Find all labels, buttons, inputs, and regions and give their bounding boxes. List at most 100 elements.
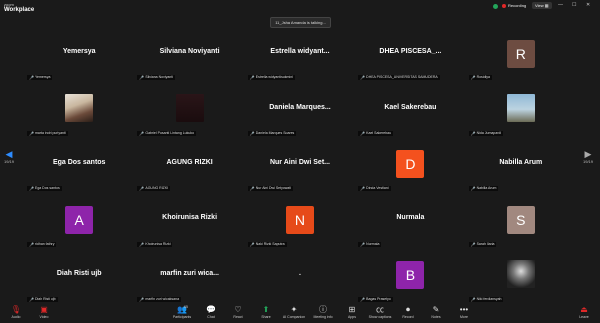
participant-tile[interactable]: Kael Sakerebau 🎤 Kael Sakerebau bbox=[356, 84, 465, 138]
maximize-icon[interactable]: ☐ bbox=[572, 2, 576, 9]
mic-muted-icon: 🎤 bbox=[360, 75, 366, 81]
participant-tile[interactable]: D 🎤 Dinda Vestiani bbox=[356, 139, 465, 194]
app-brand: zoom Workplace bbox=[4, 2, 34, 13]
participant-tile[interactable]: 🎤 Gabriel Pusanti Lintang Lukuko bbox=[135, 84, 244, 138]
participant-tile[interactable]: Khoirunisa Rizki 🎤 Khoirunisa Rizki bbox=[135, 195, 244, 249]
participant-tile[interactable]: Daniela Marques... 🎤 Daniela Marques Soare… bbox=[245, 84, 355, 138]
participant-name-label: 🎤 Ega Dos santos bbox=[27, 186, 62, 192]
participant-name-label: 🎤 Yemersya bbox=[27, 75, 53, 81]
participant-display-name: Nur Aini Dwi Set... bbox=[269, 159, 330, 167]
participant-label-text: Naki Rizki Saputra bbox=[255, 241, 285, 246]
participant-tile[interactable]: DHEA PISCESA_... 🎤 DHEA PISCESA_UNIVERSITA… bbox=[356, 29, 465, 83]
mic-muted-icon: 🎤 bbox=[29, 75, 34, 81]
participant-tile[interactable]: Nurmala 🎤 Nurmala bbox=[356, 195, 465, 249]
participant-tile[interactable]: Silviana Noviyanti 🎤 Silviana Noviyanti bbox=[135, 29, 244, 83]
participant-label-text: Nabilla Arum bbox=[476, 186, 497, 191]
participant-label-text: Ega Dos santos bbox=[34, 186, 60, 191]
mic-muted-icon: 🎤 bbox=[360, 186, 366, 192]
info-icon: ⓘ bbox=[319, 305, 327, 314]
mic-muted-icon: 🎤 bbox=[29, 130, 34, 136]
meeting-info-button[interactable]: ⓘ Meeting info bbox=[311, 305, 335, 320]
participant-tile[interactable]: 🎤 marta indri puriyanti bbox=[25, 84, 134, 138]
leave-button[interactable]: ⏏ Leave bbox=[572, 305, 596, 320]
share-button[interactable]: ⬆ Share bbox=[254, 305, 278, 320]
recording-indicator[interactable]: Recording bbox=[502, 3, 526, 8]
close-icon[interactable]: ✕ bbox=[586, 2, 590, 9]
participant-name-label: 🎤 marta indri puriyanti bbox=[27, 130, 68, 136]
participant-tile[interactable]: Yemersya 🎤 Yemersya bbox=[25, 29, 134, 83]
participant-gallery: Yemersya 🎤 Yemersya Silviana Noviyanti 🎤 Silv… bbox=[25, 29, 575, 304]
record-button[interactable]: ⏺ Record bbox=[396, 305, 420, 320]
participant-label-text: ridhan fathry bbox=[34, 241, 55, 246]
participant-label-text: Yemersya bbox=[34, 75, 51, 80]
share-icon: ⬆ bbox=[262, 305, 270, 314]
participant-name-label: 🎤 Bagas Prasetyo bbox=[358, 297, 393, 302]
minimize-icon[interactable]: — bbox=[558, 2, 563, 9]
participant-label-text: Estrella widyantisukmini bbox=[255, 75, 293, 80]
mic-muted-icon: 🎙 bbox=[10, 305, 22, 314]
video-button[interactable]: ▣ Video bbox=[32, 305, 56, 320]
participants-button[interactable]: 👥 65 Participants bbox=[170, 305, 194, 320]
page-indicator-left: 19/19 bbox=[4, 159, 15, 164]
participant-tile[interactable]: Nabilla Arum 🎤 Nabilla Arum bbox=[466, 139, 575, 194]
participant-tile[interactable]: Nur Aini Dwi Set... 🎤 Nur Aini Dwi Setyowa… bbox=[245, 139, 355, 194]
participant-tile[interactable]: Diah Risti ujb 🎤 Diah Risti ujb bbox=[25, 250, 134, 304]
chat-button[interactable]: 💬 Chat bbox=[199, 305, 223, 320]
top-bar: zoom Workplace Recording View ▦ — ☐ ✕ bbox=[0, 0, 600, 14]
security-shield-icon[interactable] bbox=[493, 4, 498, 9]
next-page-button[interactable]: ▶ 19/19 bbox=[583, 149, 593, 164]
record-label: Record bbox=[402, 315, 414, 319]
react-button[interactable]: ♡ React bbox=[226, 305, 250, 320]
mic-muted-icon: 🎤 bbox=[139, 241, 145, 247]
participant-video-feed bbox=[506, 93, 535, 122]
recording-dot-icon bbox=[502, 3, 506, 8]
view-button[interactable]: View ▦ bbox=[532, 2, 552, 9]
mic-muted-icon: 🎤 bbox=[29, 297, 34, 302]
mic-muted-icon: 🎤 bbox=[139, 130, 145, 136]
audio-button[interactable]: 🎙 Audio bbox=[4, 305, 28, 320]
participant-video-feed bbox=[506, 260, 535, 289]
participant-tile[interactable]: . bbox=[245, 250, 355, 304]
captions-button[interactable]: ㏄ Show captions bbox=[368, 305, 392, 320]
participant-tile[interactable]: 🎤 Nida Jumapardi bbox=[466, 84, 575, 138]
participant-tile[interactable]: AGUNG RIZKI 🎤 AGUNG RIZKI bbox=[135, 139, 244, 194]
participant-tile[interactable]: B 🎤 Bagas Prasetyo bbox=[356, 250, 465, 304]
participant-avatar: B bbox=[396, 261, 425, 290]
more-button[interactable]: ••• More bbox=[452, 305, 476, 320]
mic-muted-icon: 🎤 bbox=[29, 241, 34, 247]
mic-muted-icon: 🎤 bbox=[29, 186, 34, 192]
participant-label-text: Niki ferdiansyah bbox=[476, 297, 502, 301]
apps-icon: ⊞ bbox=[348, 305, 356, 314]
mic-muted-icon: 🎤 bbox=[249, 241, 255, 247]
apps-button[interactable]: ⊞ Apps bbox=[340, 305, 364, 320]
participant-label-text: Nurmala bbox=[366, 241, 380, 246]
participant-tile[interactable]: 🎤 Niki ferdiansyah bbox=[466, 250, 575, 304]
participant-tile[interactable]: N 🎤 Naki Rizki Saputra bbox=[245, 195, 355, 249]
arrow-right-icon: ▶ bbox=[584, 149, 592, 159]
chat-icon: 💬 bbox=[206, 305, 216, 314]
participant-tile[interactable]: R 🎤 Rosidlya bbox=[466, 29, 575, 83]
participant-display-name: Silviana Noviyanti bbox=[159, 48, 220, 56]
participant-name-label: 🎤 Silviana Noviyanti bbox=[137, 75, 175, 81]
mic-muted-icon: 🎤 bbox=[470, 130, 476, 136]
participant-tile[interactable]: marfin zuri wica... 🎤 marfin zuri wicaksan… bbox=[135, 250, 244, 304]
participant-tile[interactable]: S 🎤 Sarah Ilaria bbox=[466, 195, 575, 249]
participant-display-name: . bbox=[299, 269, 301, 277]
participant-tile[interactable]: Ega Dos santos 🎤 Ega Dos santos bbox=[25, 139, 134, 194]
participant-label-text: DHEA PISCESA_UNIVERSITAS SAMUDERA bbox=[366, 75, 438, 80]
camera-off-icon: ▣ bbox=[40, 305, 48, 314]
more-label: More bbox=[460, 315, 468, 319]
prev-page-button[interactable]: ◀ 19/19 bbox=[4, 149, 14, 164]
participant-label-text: Silviana Noviyanti bbox=[145, 75, 173, 80]
ai-companion-button[interactable]: ✦ AI Companion bbox=[282, 305, 306, 320]
notes-button[interactable]: ✎ Notes bbox=[424, 305, 448, 320]
mic-muted-icon: 🎤 bbox=[139, 297, 145, 302]
participant-tile[interactable]: Estrella widyant... 🎤 Estrella widyantisuk… bbox=[245, 29, 355, 83]
participant-display-name: AGUNG RIZKI bbox=[166, 159, 213, 167]
participant-label-text: Sarah Ilaria bbox=[476, 241, 495, 246]
participant-tile[interactable]: A 🎤 ridhan fathry bbox=[25, 195, 134, 249]
participant-name-label: 🎤 Nida Jumapardi bbox=[468, 130, 504, 136]
participant-label-text: Gabriel Pusanti Lintang Lukuko bbox=[145, 130, 195, 135]
mic-muted-icon: 🎤 bbox=[139, 186, 145, 192]
react-label: React bbox=[233, 315, 243, 319]
